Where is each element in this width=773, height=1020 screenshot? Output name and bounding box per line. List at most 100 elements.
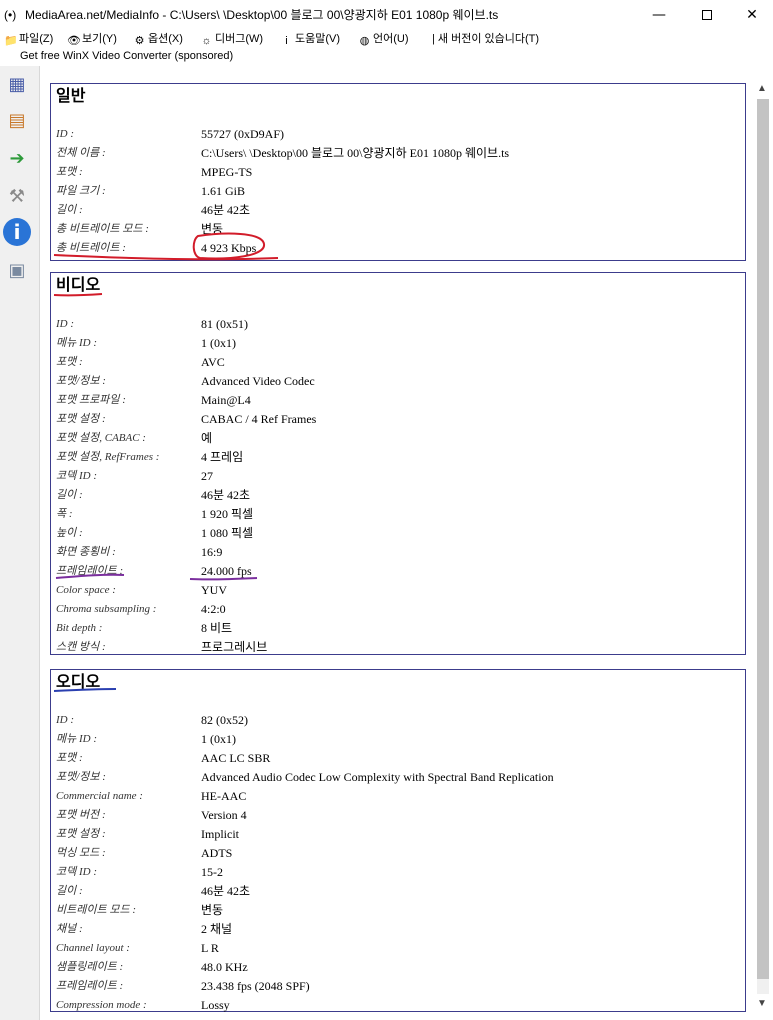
info-row: ID : 82 (0x52) — [51, 711, 745, 730]
field-label: 포맷 버전 : — [56, 809, 106, 821]
field-value: Advanced Video Codec — [201, 374, 315, 388]
field-label: 화면 종횡비 : — [56, 546, 116, 558]
field-value: 55727 (0xD9AF) — [201, 127, 284, 141]
field-value: 1 920 픽셀 — [201, 507, 254, 521]
open-file-icon[interactable]: ▦ — [3, 70, 31, 98]
field-label: 메뉴 ID : — [56, 733, 98, 745]
left-toolbar: ▦ ▤ ➔ ⚒ i ▣ — [0, 66, 40, 1020]
info-row: 길이 : 46분 42초 — [51, 882, 745, 901]
field-value: 1 (0x1) — [201, 336, 236, 350]
field-label: 총 비트레이트 : — [56, 242, 126, 254]
info-row: 포맷/정보 : Advanced Video Codec — [51, 372, 745, 391]
field-label: 포맷/정보 : — [56, 771, 106, 783]
info-row: 전체 이름 : C:\Users\ \Desktop\00 블로그 00\양광지하… — [51, 144, 745, 163]
info-row: 프레임레이트 : 24.000 fps — [51, 562, 745, 581]
info-row: 포맷 설정, CABAC : 예 — [51, 429, 745, 448]
info-row: 코덱 ID : 27 — [51, 467, 745, 486]
info-icon[interactable]: i — [3, 218, 31, 246]
section-1: 비디오 ID : 81 (0x51) 메뉴 ID : 1 (0x1) 포맷 : AVC 포맷/… — [50, 272, 746, 655]
info-row: 포맷 : AVC — [51, 353, 745, 372]
scroll-up-button[interactable]: ▲ — [755, 82, 769, 96]
menu-item-6[interactable]: | 새 버전이 있습니다(T) — [432, 31, 539, 47]
info-row: Commercial name : HE-AAC — [51, 787, 745, 806]
section-0: 일반 ID : 55727 (0xD9AF) 전체 이름 : C:\Users\ \De… — [50, 83, 746, 261]
menu-item-4[interactable]: i 도움말(V) — [280, 31, 340, 47]
menu-item-label: 디버그(W) — [215, 33, 264, 45]
window-title: MediaArea.net/MediaInfo - C:\Users\ \Des… — [25, 8, 499, 22]
settings-icon[interactable]: ⚒ — [3, 182, 31, 210]
field-value: 15-2 — [201, 865, 223, 879]
field-label: Chroma subsampling : — [56, 603, 157, 615]
field-value: AVC — [201, 355, 225, 369]
field-value: 16:9 — [201, 545, 223, 559]
field-value: 27 — [201, 469, 213, 483]
field-value: 23.438 fps (2048 SPF) — [201, 979, 310, 993]
field-value: 8 비트 — [201, 621, 233, 635]
info-row: 샘플링레이트 : 48.0 KHz — [51, 958, 745, 977]
section-title: 일반 — [56, 88, 86, 105]
field-label: 전체 이름 : — [56, 147, 106, 159]
menu-item-label: 보기(Y) — [82, 33, 117, 45]
field-label: 프레임레이트 : — [56, 565, 124, 577]
menu-item-label: 파일(Z) — [19, 33, 54, 45]
info-row: 총 비트레이트 모드 : 변동 — [51, 220, 745, 239]
menu-item-5[interactable]: ◍ 언어(U) — [358, 31, 409, 47]
info-row: 길이 : 46분 42초 — [51, 201, 745, 220]
debug-icon: ☼ — [201, 35, 212, 47]
field-label: 포맷 : — [56, 752, 83, 764]
field-value: 4 프레임 — [201, 450, 244, 464]
language-icon: ◍ — [359, 35, 370, 47]
field-label: 포맷 설정 : — [56, 828, 106, 840]
maximize-icon — [702, 10, 712, 20]
field-label: Commercial name : — [56, 790, 143, 802]
field-value: CABAC / 4 Ref Frames — [201, 412, 317, 426]
menu-item-label: 언어(U) — [373, 33, 409, 45]
menu-item-1[interactable]: 👁보기(Y) — [67, 31, 117, 47]
field-value: 46분 42초 — [201, 203, 251, 217]
minimize-button[interactable]: — — [636, 0, 682, 30]
field-label: 길이 : — [56, 204, 83, 216]
scrollbar-thumb[interactable] — [757, 99, 769, 979]
field-label: 비트레이트 모드 : — [56, 904, 137, 916]
title-bar: (•) MediaArea.net/MediaInfo - C:\Users\ … — [0, 0, 773, 30]
field-label: 포맷/정보 : — [56, 375, 106, 387]
field-value: Lossy — [201, 998, 230, 1012]
info-row: 높이 : 1 080 픽셀 — [51, 524, 745, 543]
field-label: 포맷 설정 : — [56, 413, 106, 425]
field-label: 포맷 설정, RefFrames : — [56, 451, 160, 463]
info-row: 포맷 : AAC LC SBR — [51, 749, 745, 768]
info-row: Chroma subsampling : 4:2:0 — [51, 600, 745, 619]
info-row: 포맷 설정 : CABAC / 4 Ref Frames — [51, 410, 745, 429]
close-button[interactable]: ✕ — [729, 0, 773, 30]
field-value: Implicit — [201, 827, 239, 841]
section-title: 비디오 — [56, 277, 101, 294]
info-row: 폭 : 1 920 픽셀 — [51, 505, 745, 524]
field-label: 프레임레이트 : — [56, 980, 124, 992]
export-icon[interactable]: ➔ — [3, 144, 31, 172]
field-label: 총 비트레이트 모드 : — [56, 223, 149, 235]
menu-bar: 📁파일(Z) 👁보기(Y) ⚙ 옵션(X) ☼ 디버그(W) i 도움말(V) ◍ 언어(U) | … — [0, 30, 773, 47]
field-label: 길이 : — [56, 885, 83, 897]
maximize-button[interactable] — [684, 0, 730, 30]
scroll-down-button[interactable]: ▼ — [755, 997, 769, 1011]
field-label: 파일 크기 : — [56, 185, 106, 197]
field-value: 4:2:0 — [201, 602, 226, 616]
menu-item-0[interactable]: 📁파일(Z) — [4, 31, 53, 47]
menu-item-label: | 새 버전이 있습니다(T) — [432, 33, 540, 45]
field-label: ID : — [56, 318, 75, 330]
open-folder-icon[interactable]: ▤ — [3, 106, 31, 134]
field-label: 채널 : — [56, 923, 83, 935]
info-row: 포맷 설정, RefFrames : 4 프레임 — [51, 448, 745, 467]
field-value: 1 (0x1) — [201, 732, 236, 746]
field-value: Advanced Audio Codec Low Complexity with… — [201, 770, 554, 784]
about-icon[interactable]: ▣ — [3, 256, 31, 284]
menu-item-2[interactable]: ⚙ 옵션(X) — [133, 31, 183, 47]
menu-item-3[interactable]: ☼ 디버그(W) — [200, 31, 263, 47]
field-label: 포맷 설정, CABAC : — [56, 432, 146, 444]
field-label: Compression mode : — [56, 999, 147, 1011]
field-value: 81 (0x51) — [201, 317, 248, 331]
info-row: 포맷 : MPEG-TS — [51, 163, 745, 182]
field-value: ADTS — [201, 846, 233, 860]
sponsored-link[interactable]: Get free WinX Video Converter (sponsored… — [20, 49, 233, 63]
field-value: 4 923 Kbps — [201, 241, 257, 255]
